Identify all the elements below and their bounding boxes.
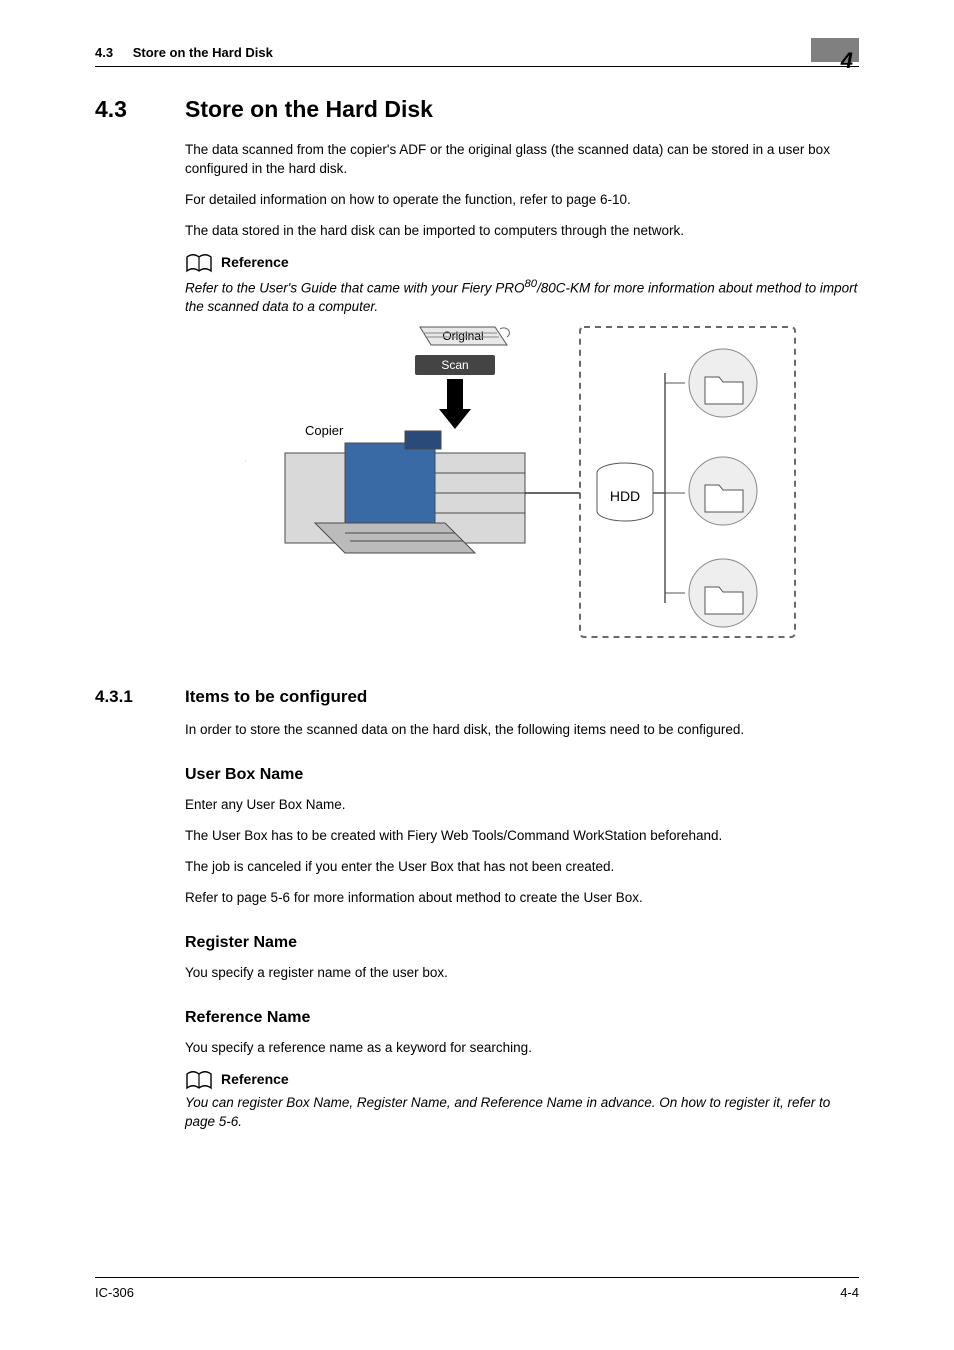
footer-left: IC-306 xyxy=(95,1284,134,1302)
chapter-number: 4 xyxy=(841,50,853,72)
running-header-section-title: Store on the Hard Disk xyxy=(133,45,273,60)
workflow-diagram: Original Scan Copier xyxy=(245,323,859,649)
subsection-title: Items to be configured xyxy=(185,685,367,709)
section-title: Store on the Hard Disk xyxy=(185,93,433,125)
reference-callout-2: Reference xyxy=(185,1070,859,1090)
body-paragraph: Refer to page 5-6 for more information a… xyxy=(185,889,859,908)
reference-label: Reference xyxy=(221,253,289,273)
diagram-copier-label: Copier xyxy=(305,423,344,438)
reference-text: Refer to the User's Guide that came with… xyxy=(185,277,859,317)
body-paragraph: For detailed information on how to opera… xyxy=(185,191,859,210)
footer-right: 4-4 xyxy=(840,1284,859,1302)
reference-text-2: You can register Box Name, Register Name… xyxy=(185,1094,859,1132)
chapter-tab: 4 xyxy=(811,38,859,62)
body-paragraph: You specify a register name of the user … xyxy=(185,964,859,983)
body-paragraph: The job is canceled if you enter the Use… xyxy=(185,858,859,877)
diagram-original-label: Original xyxy=(442,329,483,343)
page-footer: IC-306 4-4 xyxy=(95,1277,859,1302)
body-paragraph: Enter any User Box Name. xyxy=(185,796,859,815)
body-paragraph: The data scanned from the copier's ADF o… xyxy=(185,141,859,179)
section-heading: 4.3 Store on the Hard Disk xyxy=(95,93,859,125)
reference-label-2: Reference xyxy=(221,1070,289,1090)
body-paragraph: In order to store the scanned data on th… xyxy=(185,721,859,740)
page: 4.3 Store on the Hard Disk 4 4.3 Store o… xyxy=(0,0,954,1350)
body-paragraph: The User Box has to be created with Fier… xyxy=(185,827,859,846)
running-header: 4.3 Store on the Hard Disk 4 xyxy=(95,38,859,67)
section-body: The data scanned from the copier's ADF o… xyxy=(185,141,859,649)
subsection-number: 4.3.1 xyxy=(95,685,185,709)
reference-name-heading: Reference Name xyxy=(185,1007,859,1029)
reference-callout: Reference xyxy=(185,253,859,273)
diagram-hdd-label: HDD xyxy=(610,488,640,504)
subsection-body: In order to store the scanned data on th… xyxy=(185,721,859,1132)
book-icon xyxy=(185,1070,213,1090)
user-box-name-heading: User Box Name xyxy=(185,764,859,786)
book-icon xyxy=(185,253,213,273)
body-paragraph: The data stored in the hard disk can be … xyxy=(185,222,859,241)
body-paragraph: You specify a reference name as a keywor… xyxy=(185,1039,859,1058)
subsection-heading: 4.3.1 Items to be configured xyxy=(95,685,859,709)
running-header-left: 4.3 Store on the Hard Disk xyxy=(95,44,273,62)
register-name-heading: Register Name xyxy=(185,932,859,954)
diagram-scan-label: Scan xyxy=(441,358,468,372)
section-number: 4.3 xyxy=(95,93,185,125)
reference-text-sup: 80 xyxy=(524,278,537,290)
running-header-section-number: 4.3 xyxy=(95,45,113,60)
reference-text-part: Refer to the User's Guide that came with… xyxy=(185,280,524,295)
